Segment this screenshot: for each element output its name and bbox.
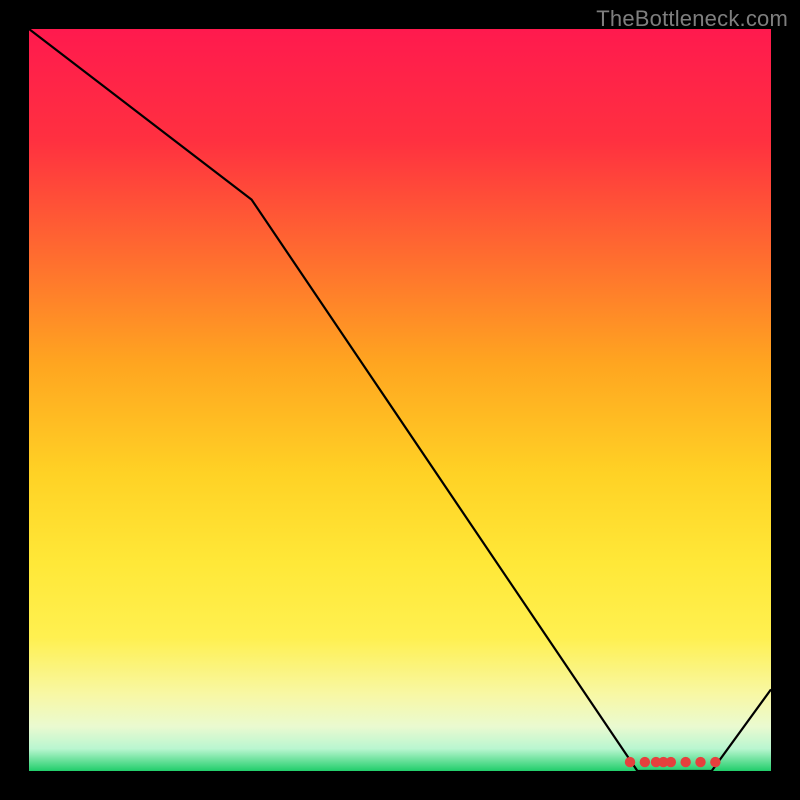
chart-canvas: TheBottleneck.com — [0, 0, 800, 800]
data-marker — [680, 757, 690, 767]
data-marker — [695, 757, 705, 767]
data-marker — [710, 757, 720, 767]
gradient-bg — [29, 29, 771, 771]
data-marker — [625, 757, 635, 767]
plot-area — [29, 29, 771, 771]
chart-svg — [29, 29, 771, 771]
data-marker — [640, 757, 650, 767]
watermark-text: TheBottleneck.com — [596, 6, 788, 32]
data-marker — [666, 757, 676, 767]
